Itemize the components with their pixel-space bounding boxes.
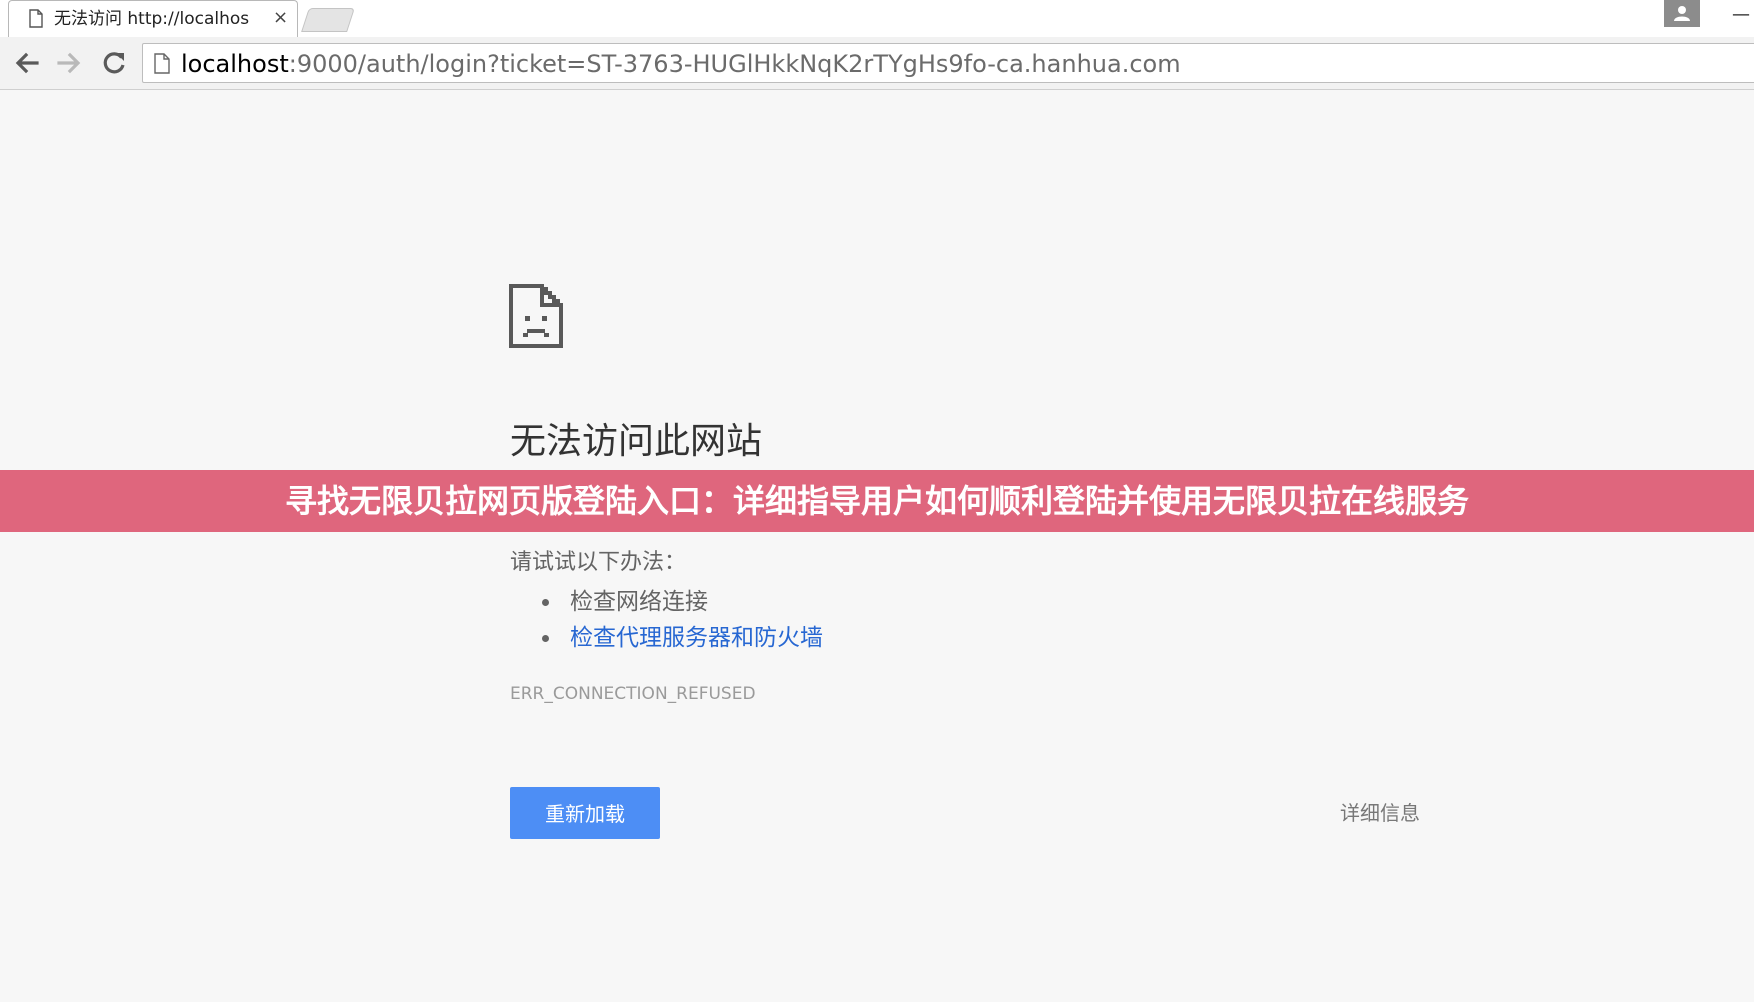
tab-title: 无法访问 http://localhos	[54, 9, 250, 29]
tab-strip: 无法访问 http://localhos × —	[0, 0, 1754, 38]
url-host: localhost	[181, 50, 289, 78]
reload-icon[interactable]	[98, 47, 130, 79]
file-icon	[29, 9, 43, 28]
suggestion-check-proxy: 检查代理服务器和防火墙	[510, 620, 823, 656]
user-icon[interactable]	[1664, 0, 1700, 27]
check-proxy-firewall-link[interactable]: 检查代理服务器和防火墙	[570, 625, 823, 651]
suggestion-label: 检查网络连接	[570, 589, 708, 615]
error-code: ERR_CONNECTION_REFUSED	[510, 684, 756, 704]
minimize-button[interactable]: —	[1732, 0, 1754, 30]
new-tab-icon[interactable]	[301, 8, 355, 32]
bullet-icon	[542, 599, 549, 606]
arrow-left-icon[interactable]	[11, 47, 43, 79]
overlay-banner: 寻找无限贝拉网页版登陆入口：详细指导用户如何顺利登陆并使用无限贝拉在线服务	[0, 470, 1754, 532]
browser-tab[interactable]: 无法访问 http://localhos ×	[8, 0, 298, 37]
suggestions-list: 检查网络连接 检查代理服务器和防火墙	[510, 584, 823, 656]
suggestion-check-network: 检查网络连接	[510, 584, 823, 620]
url-text[interactable]: localhost:9000/auth/login?ticket=ST-3763…	[181, 51, 1181, 77]
details-button[interactable]: 详细信息	[1320, 799, 1440, 827]
sad-document-icon	[509, 284, 563, 348]
arrow-right-icon[interactable]	[53, 47, 85, 79]
user-glyph	[1674, 6, 1690, 21]
address-bar[interactable]: localhost:9000/auth/login?ticket=ST-3763…	[142, 43, 1754, 83]
url-path: :9000/auth/login?ticket=ST-3763-HUGlHkkN…	[288, 50, 1181, 78]
reload-button[interactable]: 重新加载	[510, 787, 660, 839]
tab-close-icon[interactable]: ×	[273, 8, 288, 28]
bullet-icon	[542, 635, 549, 642]
toolbar: localhost:9000/auth/login?ticket=ST-3763…	[0, 37, 1754, 90]
overlay-banner-text: 寻找无限贝拉网页版登陆入口：详细指导用户如何顺利登陆并使用无限贝拉在线服务	[284, 482, 1469, 520]
page-title: 无法访问此网站	[510, 421, 763, 462]
page-icon	[154, 53, 170, 74]
suggestions-heading: 请试试以下办法：	[510, 550, 687, 575]
